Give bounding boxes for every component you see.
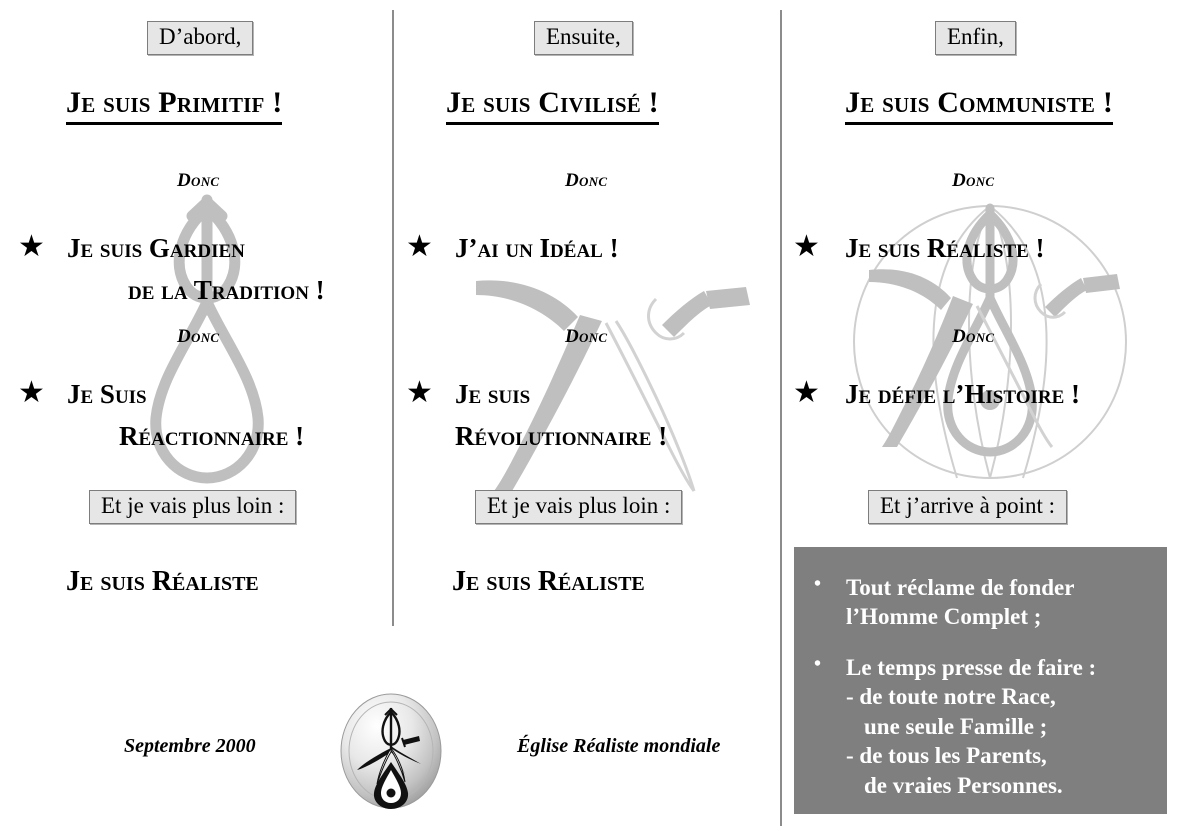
donc-connector-2b: Donc	[565, 326, 608, 347]
callout-line: l’Homme Complet ;	[846, 604, 1042, 630]
column-divider-1	[392, 10, 394, 626]
donc-connector-2a: Donc	[565, 170, 608, 191]
callout-list: Tout réclame de fonder l’Homme Complet ;…	[794, 547, 1167, 800]
callout-item: Le temps presse de faire : - de toute no…	[794, 652, 1167, 800]
claim-line: Je suis	[455, 379, 531, 409]
callout-line: Tout réclame de fonder	[846, 575, 1075, 600]
claim-line: Réactionnaire !	[119, 420, 305, 451]
claim-line: Révolutionnaire !	[455, 420, 668, 451]
donc-connector-1b: Donc	[177, 326, 220, 347]
star-bullet-icon: ★	[793, 230, 820, 263]
conclusion-2: Je suis Réaliste	[452, 566, 645, 597]
callout-item: Tout réclame de fonder l’Homme Complet ;	[794, 572, 1167, 632]
stage-chip-2[interactable]: Ensuite,	[534, 21, 633, 56]
claim-line: Je suis Réaliste !	[845, 233, 1045, 263]
further-chip-1[interactable]: Et je vais plus loin :	[89, 490, 297, 525]
conclusion-1: Je suis Réaliste	[66, 566, 259, 597]
claim-line: Je Suis	[67, 379, 147, 409]
star-bullet-icon: ★	[406, 230, 433, 263]
further-chip-2[interactable]: Et je vais plus loin :	[475, 490, 683, 525]
claim-3b: Je défie l’Histoire !	[845, 374, 1080, 416]
claim-1a: Je suis Gardien de la Tradition !	[67, 228, 325, 312]
callout-line: une seule Famille ;	[864, 713, 1048, 739]
column-heading-2: Je suis Civilisé !	[446, 86, 659, 125]
footer-date: Septembre 2000	[124, 735, 256, 757]
claim-2b: Je suis Révolutionnaire !	[455, 374, 667, 458]
poster-page: D’abord, Je suis Primitif ! Donc ★ Je su…	[0, 0, 1181, 831]
callout-panel: Tout réclame de fonder l’Homme Complet ;…	[794, 547, 1167, 814]
stage-chip-3[interactable]: Enfin,	[935, 21, 1016, 56]
footer-organisation: Église Réaliste mondiale	[517, 735, 721, 757]
claim-line: J’ai un Idéal !	[455, 233, 619, 263]
claim-line: de la Tradition !	[128, 274, 325, 305]
claim-3a: Je suis Réaliste !	[845, 228, 1045, 270]
claim-1b: Je Suis Réactionnaire !	[67, 374, 304, 458]
column-heading-1: Je suis Primitif !	[66, 86, 283, 125]
eglise-realiste-logo	[340, 693, 442, 809]
further-chip-3[interactable]: Et j’arrive à point :	[868, 490, 1067, 525]
callout-line: Le temps presse de faire :	[846, 654, 1097, 680]
claim-line: Je défie l’Histoire !	[845, 379, 1081, 409]
column-divider-2	[780, 10, 782, 826]
star-bullet-icon: ★	[406, 376, 433, 409]
donc-connector-3b: Donc	[952, 326, 995, 347]
star-bullet-icon: ★	[18, 230, 45, 263]
column-heading-3: Je suis Communiste !	[845, 86, 1114, 125]
donc-connector-3a: Donc	[952, 170, 995, 191]
claim-line: Je suis Gardien	[67, 233, 245, 263]
callout-line: - de tous les Parents,	[846, 743, 1047, 769]
star-bullet-icon: ★	[793, 376, 820, 409]
donc-connector-1a: Donc	[177, 170, 220, 191]
callout-line: de vraies Personnes.	[864, 772, 1063, 798]
callout-line: - de toute notre Race,	[846, 684, 1056, 710]
star-bullet-icon: ★	[18, 376, 45, 409]
claim-2a: J’ai un Idéal !	[455, 228, 619, 270]
stage-chip-1[interactable]: D’abord,	[147, 21, 254, 56]
